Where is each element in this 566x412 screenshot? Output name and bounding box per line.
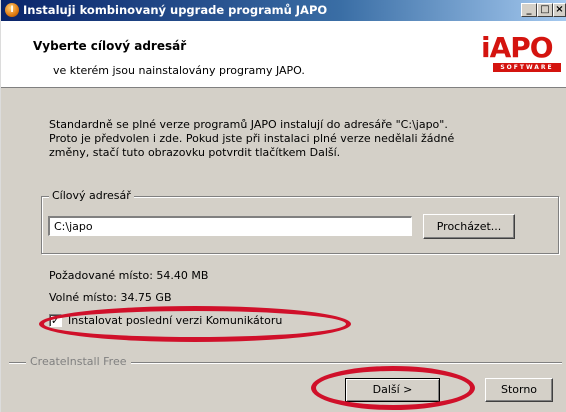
next-button[interactable]: Další > [345, 378, 440, 402]
intro-line: Proto je předvolen i zde. Pokud jste při… [49, 132, 455, 145]
install-communicator-label[interactable]: Instalovat poslední verzi Komunikátoru [68, 314, 282, 327]
required-space: Požadované místo: 54.40 MB [49, 269, 209, 282]
target-path-input[interactable] [48, 216, 412, 236]
target-directory-legend: Cílový adresář [49, 189, 134, 202]
window-title: Instaluji kombinovaný upgrade programů J… [23, 3, 328, 17]
wizard-header: Vyberte cílový adresář ve kterém jsou na… [1, 21, 566, 88]
cancel-button[interactable]: Storno [485, 378, 553, 402]
close-button[interactable]: × [553, 3, 566, 17]
browse-button[interactable]: Procházet... [423, 214, 515, 239]
installer-window: I Instaluji kombinovaný upgrade programů… [0, 0, 566, 412]
logo-tagline: SOFTWARE [493, 63, 561, 72]
minimize-button[interactable]: _ [521, 3, 537, 17]
free-space: Volné místo: 34.75 GB [49, 291, 172, 304]
page-title: Vyberte cílový adresář [33, 39, 187, 53]
page-subtitle: ve kterém jsou nainstalovány programy JA… [53, 64, 305, 77]
install-communicator-checkbox[interactable]: ✓ [49, 314, 62, 327]
japo-logo: iAPO SOFTWARE [481, 33, 561, 79]
logo-wordmark: iAPO [481, 31, 554, 64]
intro-line: Standardně se plné verze programů JAPO i… [49, 118, 448, 131]
app-icon: I [5, 3, 19, 17]
installer-brand: CreateInstall Free [26, 355, 131, 368]
intro-line: změny, stačí tuto obrazovku potvrdit tla… [49, 146, 341, 159]
intro-text: Standardně se plné verze programů JAPO i… [49, 118, 554, 160]
title-bar[interactable]: I Instaluji kombinovaný upgrade programů… [1, 0, 566, 21]
maximize-button[interactable]: □ [537, 3, 553, 17]
